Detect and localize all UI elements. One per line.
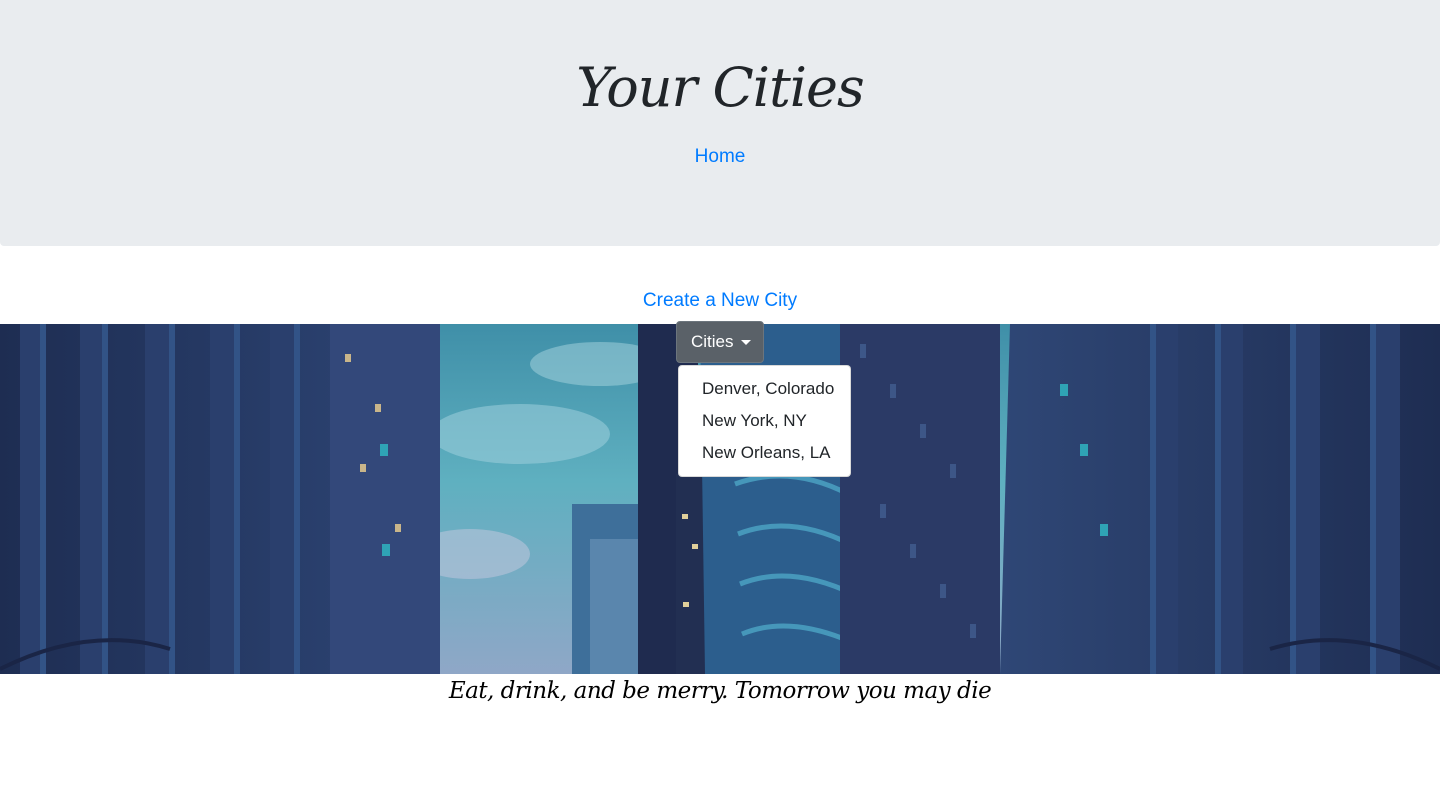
dropdown-item-denver[interactable]: Denver, Colorado [679, 374, 850, 406]
cities-dropdown-button[interactable]: Cities [676, 321, 764, 363]
home-link[interactable]: Home [695, 146, 746, 167]
header-jumbotron: Your Cities Home [0, 0, 1440, 246]
create-city-link[interactable]: Create a New City [643, 290, 797, 311]
cities-dropdown-label: Cities [691, 332, 734, 351]
dropdown-item-new-orleans[interactable]: New Orleans, LA [679, 438, 850, 470]
dropdown-item-new-york[interactable]: New York, NY [679, 406, 850, 438]
create-link-container: Create a New City [0, 288, 1440, 314]
page-title: Your Cities [576, 56, 864, 119]
cities-dropdown-menu: Denver, Colorado New York, NY New Orlean… [678, 365, 851, 477]
footer-quote: Eat, drink, and be merry. Tomorrow you m… [448, 678, 992, 704]
home-link-container: Home [0, 145, 1440, 169]
caret-down-icon [741, 340, 751, 345]
